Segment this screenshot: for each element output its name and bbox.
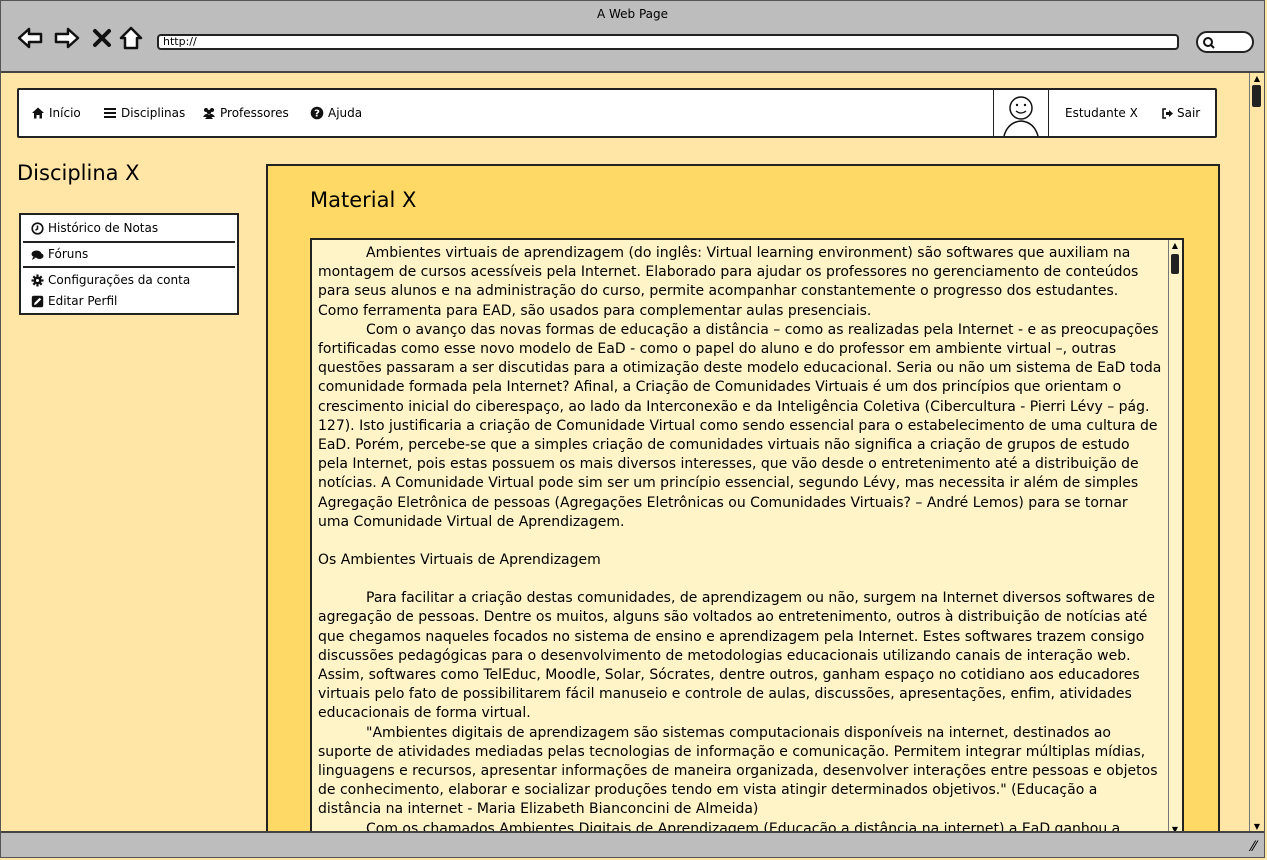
status-bar: ⁄⁄: [1, 831, 1264, 857]
nav-item-inicio[interactable]: Início: [31, 106, 81, 120]
material-panel: Material X Ambientes virtuais de aprendi…: [266, 164, 1220, 833]
nav-item-ajuda[interactable]: ? Ajuda: [310, 106, 362, 120]
resize-grip-icon[interactable]: ⁄⁄: [1251, 839, 1256, 855]
scroll-down-arrow-icon[interactable]: ▼: [1252, 823, 1262, 831]
divider: [23, 266, 235, 268]
home-icon[interactable]: [118, 25, 144, 51]
divider: [23, 241, 235, 243]
page-content: Início Disciplinas Professores ? Ajuda E…: [1, 73, 1250, 833]
user-name-label[interactable]: Estudante X: [1065, 106, 1138, 120]
logout-button[interactable]: Sair: [1161, 106, 1200, 120]
clock-icon: [31, 221, 44, 235]
logout-label: Sair: [1177, 106, 1201, 120]
sign-out-icon: [1162, 107, 1173, 119]
sidebar-item-historico[interactable]: Histórico de Notas: [31, 221, 158, 235]
browser-toolbar: A Web Page http://: [1, 1, 1264, 73]
paragraph: Para facilitar a criação destas comunida…: [318, 590, 1155, 722]
back-arrow-icon[interactable]: [17, 25, 43, 51]
top-navigation: Início Disciplinas Professores ? Ajuda E…: [17, 88, 1217, 138]
paragraph: Ambientes virtuais de aprendizagem (do i…: [318, 245, 1139, 319]
nav-item-professores[interactable]: Professores: [202, 106, 289, 120]
sidebar-item-foruns[interactable]: Fóruns: [31, 247, 88, 261]
forward-arrow-icon[interactable]: [54, 25, 80, 51]
user-face-icon: [1003, 96, 1039, 137]
material-text-area[interactable]: Ambientes virtuais de aprendizagem (do i…: [310, 238, 1184, 833]
browser-search-input[interactable]: [1196, 31, 1254, 53]
text-scrollbar[interactable]: ▲ ▼: [1168, 240, 1182, 833]
nav-item-disciplinas[interactable]: Disciplinas: [103, 106, 185, 120]
nav-item-label: Professores: [220, 106, 289, 120]
scroll-up-arrow-icon[interactable]: ▲: [1170, 242, 1180, 250]
material-text: Ambientes virtuais de aprendizagem (do i…: [318, 244, 1163, 833]
paragraph: "Ambientes digitais de aprendizagem são …: [318, 724, 1158, 818]
sidebar-item-label: Editar Perfil: [48, 294, 118, 308]
edit-icon: [31, 295, 44, 307]
comments-icon: [31, 250, 44, 260]
close-icon[interactable]: [89, 25, 115, 51]
sidebar-item-editar-perfil[interactable]: Editar Perfil: [31, 294, 117, 308]
window-title: A Web Page: [596, 7, 669, 21]
page-scrollbar[interactable]: ▲ ▼: [1249, 73, 1264, 833]
material-title: Material X: [310, 188, 417, 212]
scroll-thumb[interactable]: [1252, 85, 1261, 107]
home-icon: [32, 107, 44, 119]
url-input[interactable]: http://: [157, 34, 1179, 50]
nav-item-label: Ajuda: [328, 106, 363, 120]
users-icon: [203, 108, 215, 119]
list-icon: [104, 108, 116, 118]
gear-icon: [31, 274, 44, 286]
sidebar-menu: Histórico de Notas Fóruns Configurações …: [19, 213, 239, 315]
svg-text:?: ?: [314, 109, 320, 120]
nav-item-label: Disciplinas: [121, 106, 186, 120]
sidebar-item-label: Configurações da conta: [48, 273, 191, 287]
browser-window: A Web Page http:// Início Disciplinas Pr…: [0, 0, 1265, 858]
question-icon: ?: [310, 106, 324, 120]
sidebar-item-configuracoes[interactable]: Configurações da conta: [31, 273, 190, 287]
search-icon: [1203, 37, 1215, 49]
section-heading: Os Ambientes Virtuais de Aprendizagem: [318, 552, 601, 569]
avatar[interactable]: [993, 90, 1049, 137]
scroll-up-arrow-icon[interactable]: ▲: [1252, 75, 1262, 83]
nav-item-label: Início: [49, 106, 81, 120]
course-title: Disciplina X: [17, 161, 140, 185]
paragraph: Com o avanço das novas formas de educaçã…: [318, 321, 1162, 530]
sidebar-item-label: Fóruns: [48, 247, 89, 261]
scroll-thumb[interactable]: [1171, 254, 1179, 274]
sidebar-item-label: Histórico de Notas: [48, 221, 159, 235]
